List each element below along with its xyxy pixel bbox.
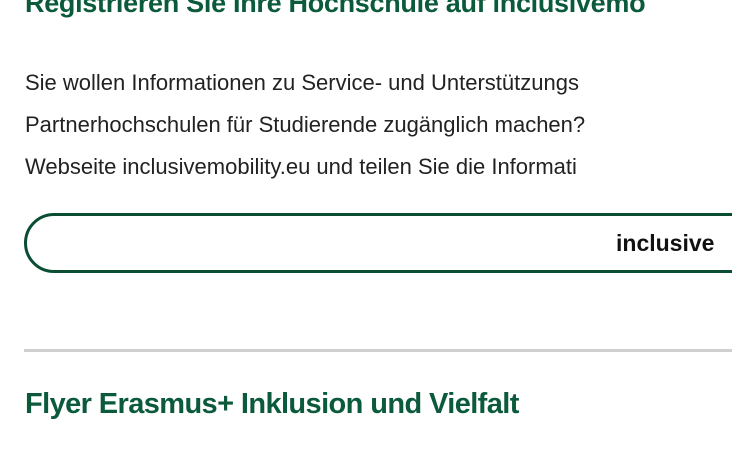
section-heading-flyer: Flyer Erasmus+ Inklusion und Vielfalt: [25, 388, 519, 420]
inclusivemobility-link-button[interactable]: inclusive: [24, 213, 732, 273]
intro-paragraph: Sie wollen Informationen zu Service- und…: [25, 62, 732, 188]
link-button-label: inclusive: [616, 230, 715, 256]
section-divider: [24, 349, 732, 352]
section-heading-register: Registrieren Sie Ihre Hochschule auf inc…: [25, 0, 646, 18]
page: Registrieren Sie Ihre Hochschule auf inc…: [0, 0, 732, 454]
intro-line: Sie wollen Informationen zu Service- und…: [25, 70, 579, 95]
intro-line: Partnerhochschulen für Studierende zugän…: [25, 112, 586, 137]
intro-line: Webseite inclusivemobility.eu und teilen…: [25, 154, 577, 179]
